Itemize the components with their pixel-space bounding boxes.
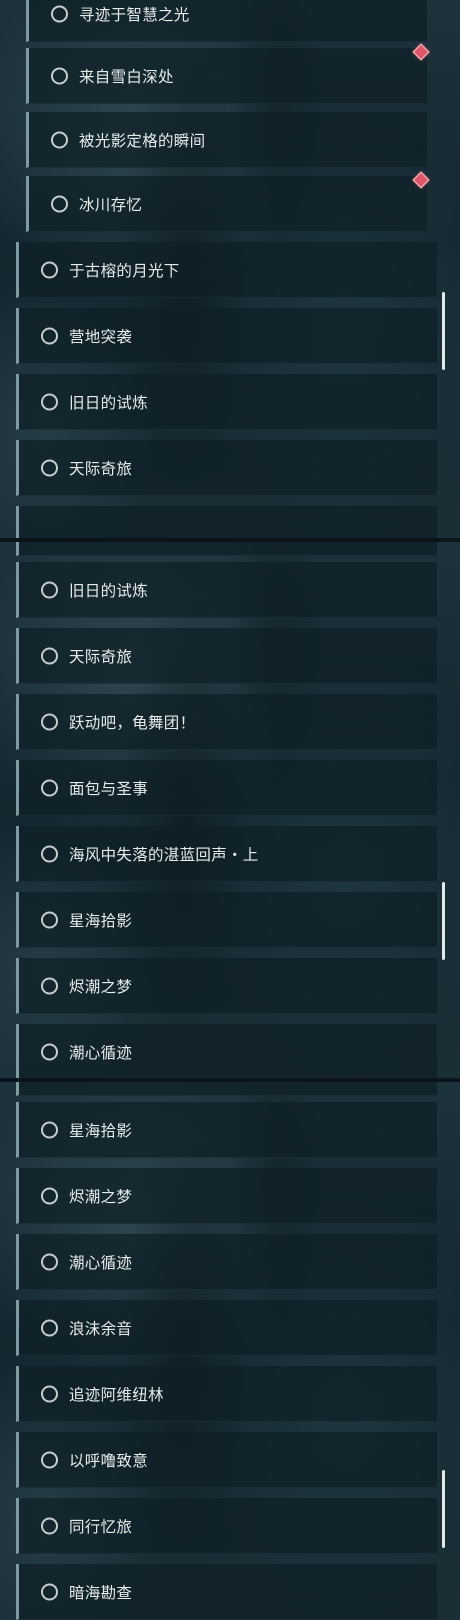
- quest-label: 潮心循迹: [69, 1253, 133, 1272]
- quest-item[interactable]: 星海拾影: [16, 892, 437, 948]
- quest-item[interactable]: 于古榕的月光下: [16, 242, 437, 298]
- quest-item[interactable]: 寻迹于智慧之光: [26, 0, 427, 42]
- status-circle-icon: [41, 581, 58, 598]
- quest-item[interactable]: 海风中失落的湛蓝回声・上: [16, 826, 437, 882]
- quest-label: 同行忆旅: [69, 1517, 133, 1536]
- quest-item[interactable]: 暗海勘查: [16, 1564, 437, 1620]
- quest-label: 于古榕的月光下: [69, 261, 180, 280]
- quest-label: 星海拾影: [69, 1121, 133, 1140]
- quest-label: 来自雪白深处: [79, 67, 174, 86]
- status-circle-icon: [41, 261, 58, 278]
- quest-label: 烬潮之梦: [69, 977, 133, 996]
- quest-label: 星海拾影: [69, 911, 133, 930]
- quest-item[interactable]: 面包与圣事: [16, 760, 437, 816]
- quest-item[interactable]: 潮心循迹: [16, 1234, 437, 1290]
- scrollbar-thumb[interactable]: [442, 882, 445, 960]
- status-circle-icon: [41, 393, 58, 410]
- quest-label: 冰川存忆: [79, 195, 143, 214]
- quest-label: 营地突袭: [69, 327, 133, 346]
- quest-list-panel-1: 寻迹于智慧之光 来自雪白深处 被光影定格的瞬间 冰川存忆 于古榕的月光下 营地突…: [0, 0, 460, 538]
- quest-item[interactable]: 烬潮之梦: [16, 958, 437, 1014]
- quest-item-partial[interactable]: [16, 506, 437, 538]
- quest-list-panel-2: 旧日的试炼 天际奇旅 跃动吧，龟舞团！ 面包与圣事 海风中失落的湛蓝回声・上 星…: [0, 542, 460, 1078]
- quest-item[interactable]: 来自雪白深处: [26, 48, 427, 104]
- status-circle-icon: [41, 459, 58, 476]
- status-circle-icon: [41, 845, 58, 862]
- quest-label: 追迹阿维纽林: [69, 1385, 164, 1404]
- status-circle-icon: [41, 1517, 58, 1534]
- quest-label: 浪沫余音: [69, 1319, 133, 1338]
- quest-item[interactable]: 冰川存忆: [26, 176, 427, 232]
- status-circle-icon: [41, 977, 58, 994]
- status-circle-icon: [41, 1451, 58, 1468]
- status-circle-icon: [41, 779, 58, 796]
- status-circle-icon: [41, 911, 58, 928]
- status-circle-icon: [41, 1583, 58, 1600]
- quest-item[interactable]: 烬潮之梦: [16, 1168, 437, 1224]
- quest-item[interactable]: 营地突袭: [16, 308, 437, 364]
- status-circle-icon: [51, 195, 68, 212]
- scrollbar-thumb[interactable]: [442, 292, 445, 370]
- quest-item[interactable]: 旧日的试炼: [16, 374, 437, 430]
- status-circle-icon: [41, 1253, 58, 1270]
- quest-label: 烬潮之梦: [69, 1187, 133, 1206]
- quest-item-partial[interactable]: [16, 1082, 437, 1096]
- quest-item[interactable]: 被光影定格的瞬间: [26, 112, 427, 168]
- quest-label: 天际奇旅: [69, 459, 133, 478]
- quest-label: 天际奇旅: [69, 647, 133, 666]
- quest-item[interactable]: 天际奇旅: [16, 628, 437, 684]
- quest-label: 潮心循迹: [69, 1043, 133, 1062]
- status-circle-icon: [51, 131, 68, 148]
- status-circle-icon: [41, 1121, 58, 1138]
- status-circle-icon: [51, 5, 68, 22]
- quest-item[interactable]: 星海拾影: [16, 1102, 437, 1158]
- quest-label: 被光影定格的瞬间: [79, 131, 206, 150]
- quest-item[interactable]: 潮心循迹: [16, 1024, 437, 1078]
- quest-item[interactable]: 浪沫余音: [16, 1300, 437, 1356]
- quest-item[interactable]: 旧日的试炼: [16, 562, 437, 618]
- quest-item[interactable]: 同行忆旅: [16, 1498, 437, 1554]
- quest-item-partial[interactable]: [16, 542, 437, 556]
- quest-item[interactable]: 跃动吧，龟舞团！: [16, 694, 437, 750]
- status-circle-icon: [41, 713, 58, 730]
- status-circle-icon: [41, 647, 58, 664]
- status-circle-icon: [41, 1319, 58, 1336]
- quest-item[interactable]: 天际奇旅: [16, 440, 437, 496]
- quest-item[interactable]: 以呼噜致意: [16, 1432, 437, 1488]
- quest-label: 暗海勘查: [69, 1583, 133, 1602]
- quest-label: 以呼噜致意: [69, 1451, 149, 1470]
- status-circle-icon: [41, 1385, 58, 1402]
- quest-label: 寻迹于智慧之光: [79, 5, 190, 24]
- scrollbar-thumb[interactable]: [442, 1470, 445, 1548]
- status-circle-icon: [41, 1187, 58, 1204]
- quest-list-panel-3: 星海拾影 烬潮之梦 潮心循迹 浪沫余音 追迹阿维纽林 以呼噜致意 同行忆旅 暗海…: [0, 1082, 460, 1620]
- status-circle-icon: [41, 1043, 58, 1060]
- quest-label: 面包与圣事: [69, 779, 149, 798]
- quest-label: 旧日的试炼: [69, 393, 149, 412]
- quest-label: 海风中失落的湛蓝回声・上: [69, 845, 259, 864]
- status-circle-icon: [41, 327, 58, 344]
- quest-label: 跃动吧，龟舞团！: [69, 713, 196, 732]
- quest-label: 旧日的试炼: [69, 581, 149, 600]
- quest-item[interactable]: 追迹阿维纽林: [16, 1366, 437, 1422]
- status-circle-icon: [51, 67, 68, 84]
